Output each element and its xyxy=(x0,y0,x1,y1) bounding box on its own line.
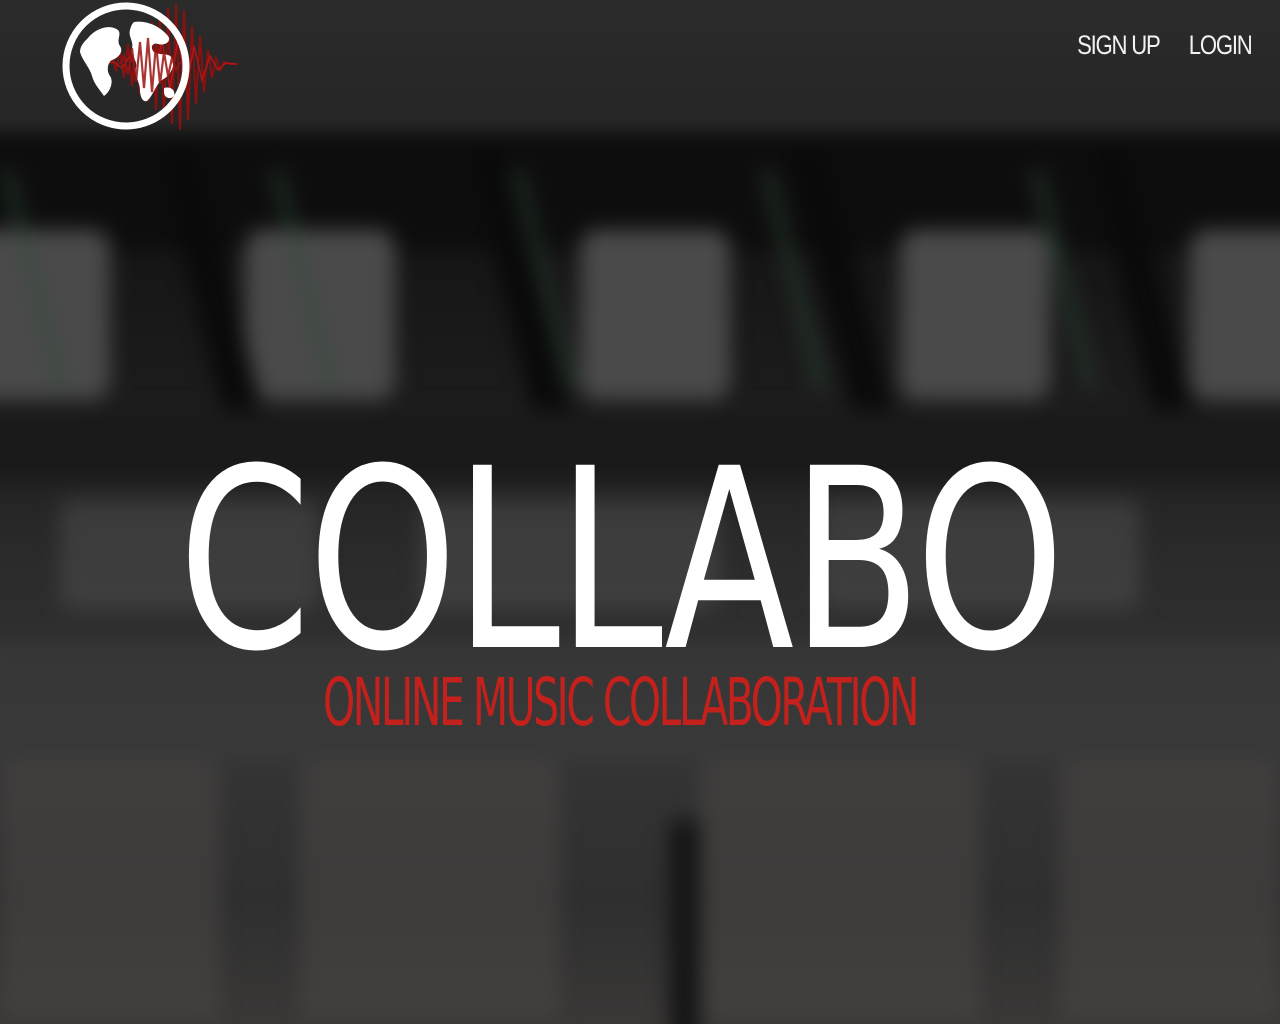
hero-subtitle: ONLINE MUSIC COLLABORATION xyxy=(323,664,919,741)
hero-title: COLLABO xyxy=(178,415,1065,706)
top-nav: SIGN UP LOGIN xyxy=(1059,30,1253,61)
landing-page: SIGN UP LOGIN COLLABO ONLINE MUSIC COLLA… xyxy=(0,0,1280,1024)
globe-with-soundwave-icon xyxy=(62,2,238,131)
signup-link[interactable]: SIGN UP xyxy=(1077,30,1161,61)
login-link[interactable]: LOGIN xyxy=(1189,30,1253,61)
logo[interactable] xyxy=(60,0,242,140)
